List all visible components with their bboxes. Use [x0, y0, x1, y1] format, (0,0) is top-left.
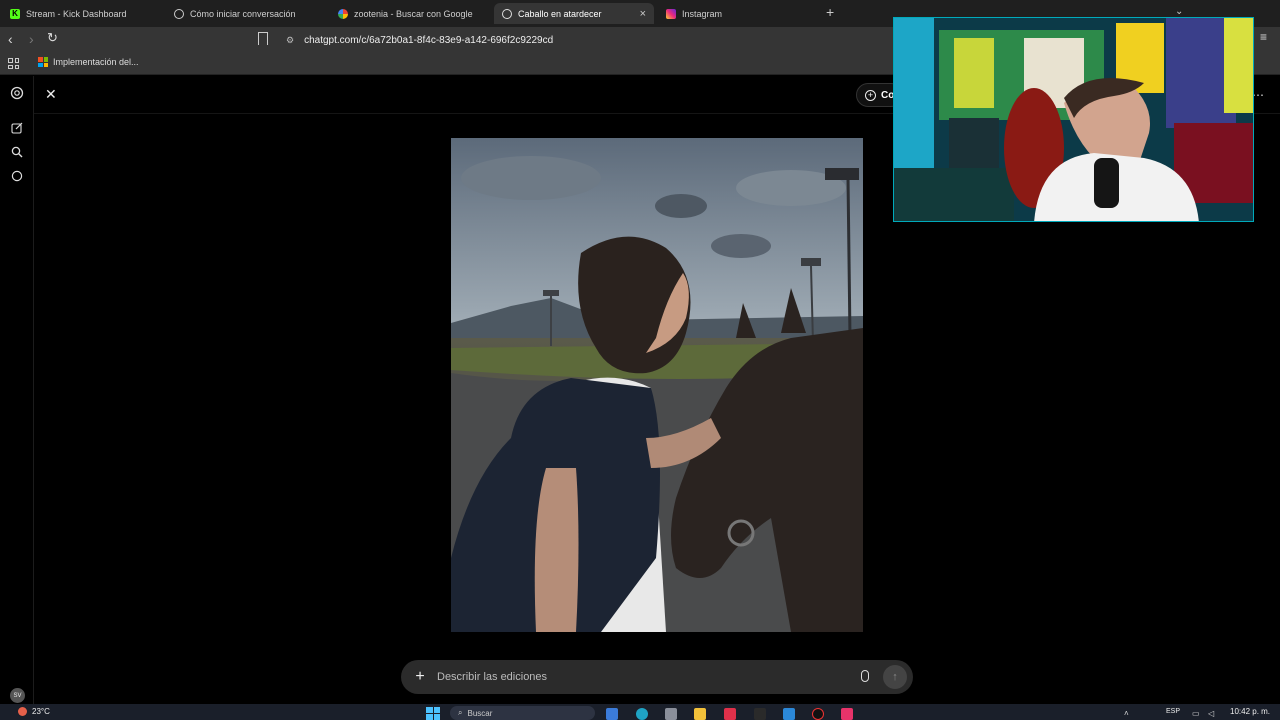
- edited-image[interactable]: [451, 138, 863, 632]
- tab-label: zootenia - Buscar con Google: [354, 8, 473, 19]
- tab-zootenia-google[interactable]: zootenia - Buscar con Google: [330, 3, 490, 24]
- search-icon[interactable]: [10, 145, 24, 159]
- site-info-icon[interactable]: ⚙: [286, 35, 294, 46]
- add-attachment-icon[interactable]: +: [413, 668, 427, 686]
- tab-label: Instagram: [682, 8, 723, 19]
- app-icon[interactable]: [841, 708, 853, 720]
- tab-kick-dashboard[interactable]: K Stream - Kick Dashboard: [2, 3, 162, 24]
- taskbar-search-label: Buscar: [467, 708, 493, 718]
- tab-search-chevron-icon[interactable]: ⌄: [1175, 6, 1183, 17]
- chatgpt-icon: [174, 8, 184, 19]
- tab-como-iniciar[interactable]: Cómo iniciar conversación: [166, 3, 326, 24]
- app-icon[interactable]: [783, 708, 795, 720]
- address-bar[interactable]: ⚙ chatgpt.com/c/6a72b0a1-8f4c-83e9-a142-…: [280, 30, 890, 50]
- back-icon[interactable]: ‹: [8, 31, 13, 47]
- forward-icon[interactable]: ›: [29, 31, 34, 47]
- tray-chevron-icon[interactable]: ˄: [1124, 709, 1129, 718]
- tab-label: Stream - Kick Dashboard: [26, 8, 127, 19]
- search-icon: ⌕: [458, 708, 463, 717]
- bookmark-star-icon[interactable]: [258, 32, 268, 45]
- google-icon: [338, 8, 348, 19]
- openai-logo-icon[interactable]: [10, 86, 24, 100]
- apps-grid-icon[interactable]: [8, 58, 19, 69]
- network-icon[interactable]: ▭: [1192, 709, 1200, 718]
- app-icon[interactable]: [754, 708, 766, 720]
- weather-icon: [18, 707, 27, 716]
- app-icon[interactable]: [724, 708, 736, 720]
- avatar[interactable]: SV: [10, 688, 25, 703]
- chat-bubble-icon[interactable]: [10, 169, 24, 183]
- plus-circle-icon: +: [865, 89, 876, 101]
- microphone-icon[interactable]: [861, 670, 869, 682]
- bookmark-implementacion[interactable]: Implementación del...: [38, 57, 139, 67]
- kick-icon: K: [10, 8, 20, 19]
- tab-label: Cómo iniciar conversación: [190, 8, 296, 19]
- taskview-icon[interactable]: [606, 708, 618, 720]
- taskbar-search[interactable]: ⌕ Buscar: [450, 706, 595, 720]
- bookmark-label: Implementación del...: [53, 57, 139, 67]
- send-button[interactable]: ↑: [883, 665, 907, 689]
- close-tab-icon[interactable]: ×: [640, 8, 646, 20]
- edge-icon[interactable]: [636, 708, 648, 720]
- app-icon[interactable]: [812, 708, 824, 720]
- tab-label: Caballo en atardecer: [518, 8, 602, 19]
- windows-taskbar: 23°C ⌕ Buscar ˄ ESP ▭ ◁ 10:42 p. m.: [0, 704, 1280, 720]
- reload-icon[interactable]: ↻: [47, 30, 58, 46]
- weather-temp: 23°C: [32, 707, 50, 716]
- edit-prompt-composer: + ↑: [401, 660, 913, 694]
- input-language[interactable]: ESP: [1166, 708, 1180, 715]
- store-icon[interactable]: [665, 708, 677, 720]
- microsoft-icon: [38, 57, 48, 67]
- edit-prompt-input[interactable]: [437, 671, 837, 683]
- tab-instagram[interactable]: Instagram: [658, 3, 818, 24]
- new-tab-button[interactable]: +: [826, 4, 834, 20]
- new-chat-icon[interactable]: [10, 121, 24, 135]
- chatgpt-icon: [502, 8, 512, 19]
- webcam-overlay: [893, 17, 1254, 222]
- taskbar-clock[interactable]: 10:42 p. m.: [1230, 707, 1270, 716]
- address-text: chatgpt.com/c/6a72b0a1-8f4c-83e9-a142-69…: [304, 34, 554, 46]
- close-icon[interactable]: ✕: [45, 86, 57, 103]
- instagram-icon: [666, 8, 676, 19]
- browser-menu-icon[interactable]: ≡: [1260, 30, 1267, 44]
- volume-icon[interactable]: ◁: [1208, 709, 1214, 718]
- file-explorer-icon[interactable]: [694, 708, 706, 720]
- tab-caballo-atardecer[interactable]: Caballo en atardecer ×: [494, 3, 654, 24]
- weather-widget[interactable]: 23°C: [18, 707, 50, 716]
- windows-start-icon[interactable]: [426, 707, 440, 720]
- left-rail: SV: [0, 76, 34, 704]
